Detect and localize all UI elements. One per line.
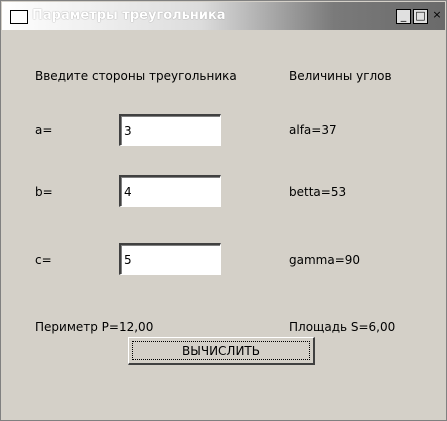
triangle-parameters-window: Параметры треугольника _ □ × Введите сто… xyxy=(0,0,447,421)
window-title: Параметры треугольника xyxy=(32,8,226,23)
side-c-label: c= xyxy=(35,253,52,267)
perimeter-result: Периметр P=12,00 xyxy=(35,320,154,334)
close-button[interactable]: × xyxy=(430,9,444,24)
angles-heading: Величины углов xyxy=(289,69,392,83)
title-bar[interactable]: Параметры треугольника _ □ × xyxy=(2,2,445,30)
maximize-button[interactable]: □ xyxy=(413,9,428,24)
side-c-input[interactable] xyxy=(119,243,221,275)
minimize-button[interactable]: _ xyxy=(396,9,411,24)
calculate-button[interactable]: ВЫЧИСЛИТЬ xyxy=(128,337,315,365)
angle-alfa-value: alfa=37 xyxy=(289,123,337,137)
angle-gamma-value: gamma=90 xyxy=(289,253,361,267)
side-a-input[interactable] xyxy=(119,114,221,146)
sides-heading: Введите стороны треугольника xyxy=(35,69,237,83)
calculate-button-label: ВЫЧИСЛИТЬ xyxy=(182,343,260,358)
side-b-label: b= xyxy=(35,185,53,199)
window-icon[interactable] xyxy=(10,10,28,24)
side-b-input[interactable] xyxy=(119,175,221,207)
angle-betta-value: betta=53 xyxy=(289,185,347,199)
area-result: Площадь S=6,00 xyxy=(289,320,396,334)
side-a-label: a= xyxy=(35,123,53,137)
